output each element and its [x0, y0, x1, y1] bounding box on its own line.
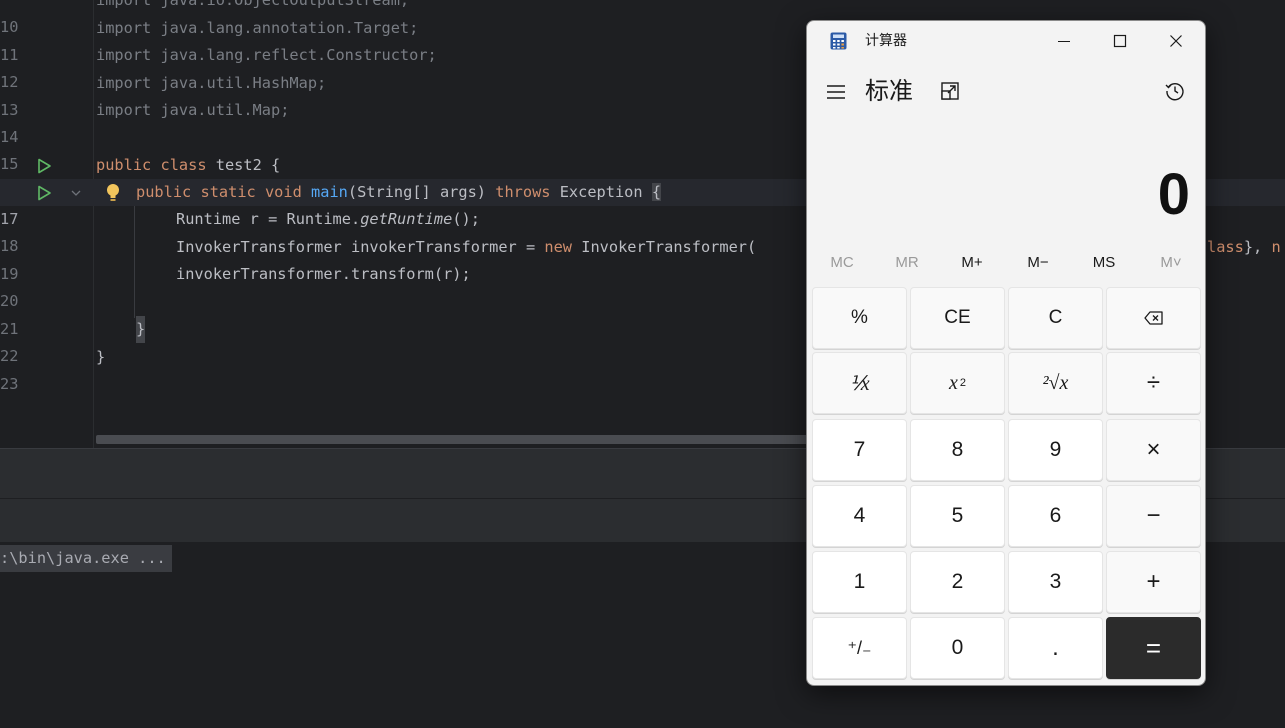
close-button[interactable] — [1148, 21, 1204, 61]
intention-bulb-icon[interactable] — [106, 183, 120, 202]
code-text: import java.lang.annotation.Target; — [96, 19, 419, 37]
square-button[interactable]: x2 — [910, 352, 1005, 414]
code-text: public class test2 { — [96, 156, 281, 174]
subtract-button[interactable]: − — [1106, 485, 1201, 547]
square-exponent-label: 2 — [959, 377, 966, 389]
equals-button[interactable]: = — [1106, 617, 1201, 679]
code-text: invokerTransformer.transform(r); — [176, 265, 471, 283]
code-text: } — [136, 316, 146, 343]
mode-title: 标准 — [865, 77, 913, 105]
digit-9-button[interactable]: 9 — [1008, 419, 1103, 481]
memory-subtract-button[interactable]: M− — [1006, 247, 1070, 279]
horizontal-scrollbar[interactable] — [96, 435, 808, 444]
square-root-label: ²√x — [1042, 371, 1069, 394]
digit-4-button[interactable]: 4 — [812, 485, 907, 547]
calculator-app-icon — [830, 32, 847, 50]
square-base-label: x — [948, 371, 958, 394]
backspace-button[interactable] — [1106, 287, 1201, 349]
minimize-button[interactable] — [1036, 21, 1092, 61]
square-root-button[interactable]: ²√x — [1008, 352, 1103, 414]
memory-row: MC MR M+ M− MS M˅ — [810, 247, 1204, 279]
maximize-button[interactable] — [1092, 21, 1148, 61]
clear-button[interactable]: C — [1008, 287, 1103, 349]
digit-2-button[interactable]: 2 — [910, 551, 1005, 613]
add-button[interactable]: + — [1106, 551, 1201, 613]
reciprocal-button[interactable]: ⅟x — [812, 352, 907, 414]
code-text: import java.util.HashMap; — [96, 74, 327, 92]
fold-chevron-icon[interactable] — [70, 187, 82, 199]
hamburger-menu-icon[interactable] — [823, 79, 849, 105]
history-icon[interactable] — [1164, 80, 1186, 102]
memory-store-button[interactable]: MS — [1072, 247, 1136, 279]
digit-0-button[interactable]: 0 — [910, 617, 1005, 679]
code-text: InvokerTransformer invokerTransformer = … — [176, 238, 757, 256]
negate-button[interactable]: ⁺/₋ — [812, 617, 907, 679]
decimal-button[interactable]: . — [1008, 617, 1103, 679]
divide-button[interactable]: ÷ — [1106, 352, 1201, 414]
clear-entry-button[interactable]: CE — [910, 287, 1005, 349]
calculator-window: 计算器 标准 0 MC MR M+ M− MS M˅ % CE C ⅟x x 2… — [806, 20, 1206, 686]
code-text-overflow: lass}, n — [1207, 238, 1281, 256]
code-text: } — [96, 348, 106, 366]
run-gutter-icon[interactable] — [36, 185, 52, 201]
result-display: 0 — [1157, 162, 1190, 227]
digit-8-button[interactable]: 8 — [910, 419, 1005, 481]
run-gutter-icon[interactable] — [36, 158, 52, 174]
console-command-line: :\bin\java.exe ... — [0, 545, 172, 572]
digit-1-button[interactable]: 1 — [812, 551, 907, 613]
memory-add-button[interactable]: M+ — [940, 247, 1004, 279]
code-line[interactable]: 10 import java.io.ObjectOutputStream; — [0, 0, 1285, 36]
memory-recall-button[interactable]: MR — [875, 247, 939, 279]
code-text: public static void main(String[] args) t… — [136, 183, 662, 201]
maximize-icon — [1113, 34, 1127, 48]
backspace-icon — [1143, 311, 1163, 325]
percent-button[interactable]: % — [812, 287, 907, 349]
code-text: import java.lang.reflect.Constructor; — [96, 46, 437, 64]
digit-5-button[interactable]: 5 — [910, 485, 1005, 547]
title-bar[interactable]: 计算器 — [807, 21, 1205, 61]
minimize-icon — [1058, 40, 1070, 43]
digit-7-button[interactable]: 7 — [812, 419, 907, 481]
digit-3-button[interactable]: 3 — [1008, 551, 1103, 613]
reciprocal-label: ⅟x — [849, 372, 870, 395]
multiply-button[interactable]: × — [1106, 419, 1201, 481]
window-title: 计算器 — [865, 33, 907, 49]
digit-6-button[interactable]: 6 — [1008, 485, 1103, 547]
line-number: 23 — [0, 375, 19, 393]
keep-on-top-icon[interactable] — [939, 80, 961, 102]
close-icon — [1170, 35, 1182, 47]
code-text: import java.io.ObjectOutputStream; — [96, 0, 410, 9]
memory-clear-button[interactable]: MC — [810, 247, 874, 279]
code-text: Runtime r = Runtime.getRuntime(); — [176, 210, 480, 228]
code-text: import java.util.Map; — [96, 101, 290, 119]
memory-list-button[interactable]: M˅ — [1139, 247, 1203, 279]
